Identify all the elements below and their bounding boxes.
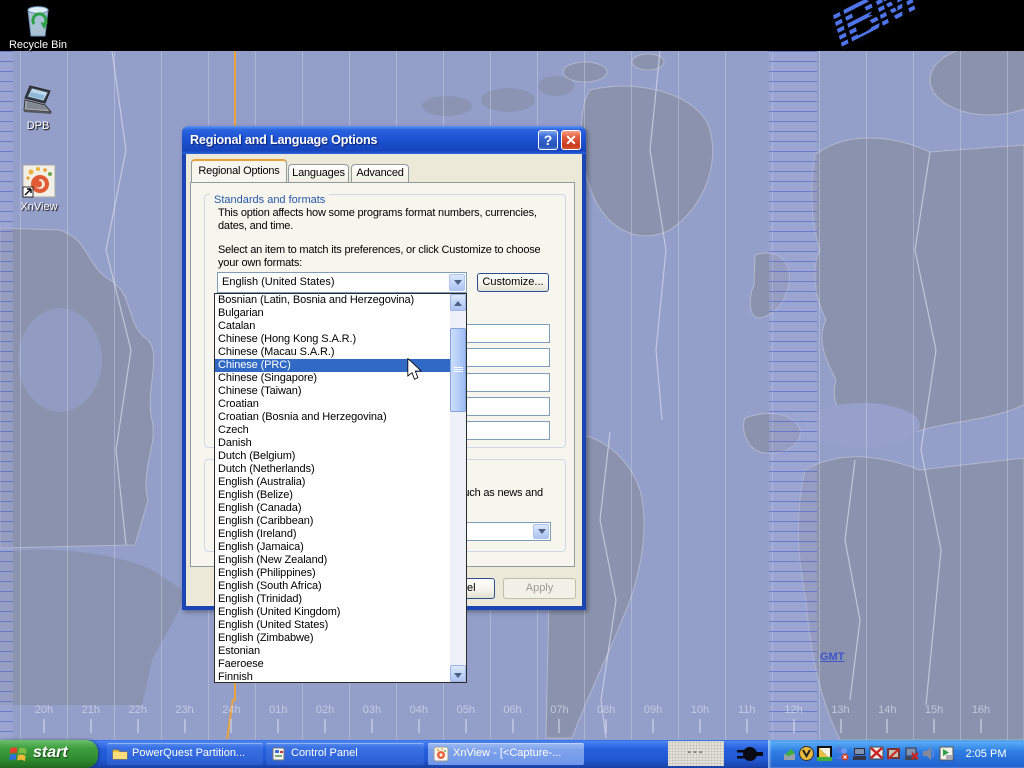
svg-text:IBM: IBM — [821, 0, 928, 51]
